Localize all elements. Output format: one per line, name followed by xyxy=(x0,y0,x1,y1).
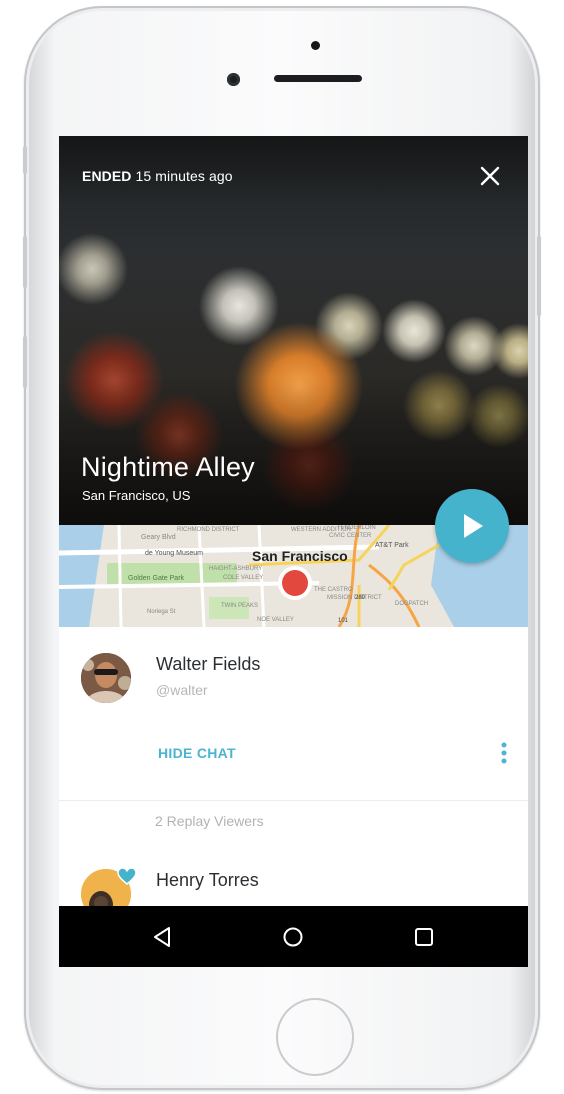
map-label-cole-valley: COLE VALLEY xyxy=(223,575,263,581)
volume-down-button xyxy=(23,336,27,388)
front-camera xyxy=(227,73,240,86)
broadcast-preview: ENDED 15 minutes ago Nightime Alley San … xyxy=(59,136,528,525)
map-label-noe-valley: NOE VALLEY xyxy=(257,617,294,623)
replay-viewers-count: 2 Replay Viewers xyxy=(155,813,264,829)
android-nav-bar xyxy=(59,906,528,967)
map-label-twin-peaks: TWIN PEAKS xyxy=(221,603,258,609)
more-vertical-icon[interactable] xyxy=(497,741,511,765)
device-canvas: ENDED 15 minutes ago Nightime Alley San … xyxy=(0,0,564,1094)
home-icon[interactable] xyxy=(282,926,304,948)
play-icon xyxy=(464,514,483,538)
map-label-noriega: Noriega St xyxy=(147,609,176,615)
volume-up-button xyxy=(23,236,27,288)
avatar[interactable] xyxy=(81,653,131,703)
heart-icon xyxy=(117,867,137,885)
broadcast-details: Walter Fields @walter HIDE CHAT 2 Replay… xyxy=(59,627,528,919)
user-handle: @walter xyxy=(156,682,208,698)
map-label-280: 280 xyxy=(355,595,366,601)
status-time: 15 minutes ago xyxy=(135,168,233,184)
broadcast-title: Nightime Alley xyxy=(81,452,255,482)
map-label-haight: HAIGHT-ASHBURY xyxy=(209,566,262,572)
earpiece-speaker xyxy=(274,75,362,82)
map-label-castro: THE CASTRO xyxy=(314,587,353,593)
user-name[interactable]: Walter Fields xyxy=(156,654,260,675)
proximity-sensor xyxy=(311,41,320,50)
map-label-de-young: de Young Museum xyxy=(145,550,203,557)
viewer-name[interactable]: Henry Torres xyxy=(156,870,259,891)
broadcast-status: ENDED 15 minutes ago xyxy=(82,168,233,184)
map-label-geary: Geary Blvd xyxy=(141,534,176,541)
map-label-civic-center: CIVIC CENTER xyxy=(329,533,372,539)
avatar-image xyxy=(81,653,131,703)
home-button[interactable] xyxy=(276,998,354,1076)
status-label: ENDED xyxy=(82,168,132,184)
location-marker xyxy=(282,570,308,596)
map-label-101: 101 xyxy=(338,618,349,624)
map-label-att-park: AT&T Park xyxy=(375,542,409,549)
map-label-tenderloin: TENDERLOIN xyxy=(337,525,376,531)
broadcast-location: San Francisco, US xyxy=(82,488,191,503)
section-divider xyxy=(59,800,528,801)
play-button[interactable] xyxy=(435,489,509,563)
power-button xyxy=(537,236,541,316)
map-label-dogpatch: DOGPATCH xyxy=(395,601,428,607)
mute-switch xyxy=(23,146,27,174)
map-label-golden-gate-park: Golden Gate Park xyxy=(128,575,185,582)
map-label-richmond: RICHMOND DISTRICT xyxy=(177,527,240,533)
map-city-label: San Francisco xyxy=(252,548,348,564)
app-screen: ENDED 15 minutes ago Nightime Alley San … xyxy=(59,136,528,967)
hide-chat-button[interactable]: HIDE CHAT xyxy=(158,745,236,761)
back-icon[interactable] xyxy=(151,926,173,948)
recents-icon[interactable] xyxy=(413,926,435,948)
close-icon[interactable] xyxy=(478,164,502,188)
